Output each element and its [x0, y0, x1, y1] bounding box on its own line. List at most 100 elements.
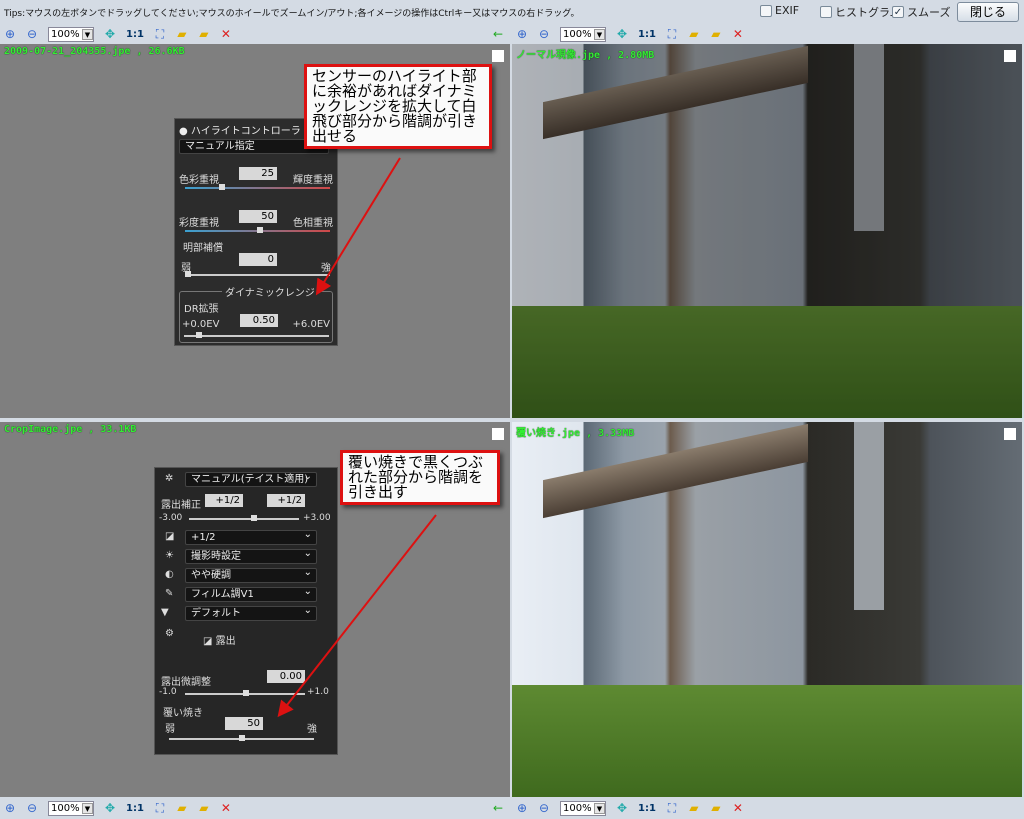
shadow-slider[interactable] [185, 271, 330, 277]
slider-knob[interactable] [185, 271, 191, 277]
tab-exposure[interactable]: ◪ 露出 [203, 632, 236, 647]
dr-value-field[interactable]: 0.50 [240, 314, 278, 327]
sat-slider[interactable] [185, 227, 330, 233]
chevron-down-icon[interactable]: ▼ [594, 28, 605, 40]
contrast-icon: ◐ [165, 569, 174, 580]
delete-icon[interactable]: ✕ [732, 28, 744, 40]
fit-icon[interactable]: ⛶ [154, 28, 166, 40]
checkbox-box[interactable] [820, 6, 832, 18]
comp-field-2[interactable]: +1/2 [267, 494, 305, 507]
center-icon[interactable]: ✥ [104, 802, 116, 814]
sat-value-field[interactable]: 50 [239, 210, 277, 223]
film-dropdown[interactable]: フィルム調V1 [185, 585, 317, 602]
contrast-dropdown[interactable]: やや硬調 [185, 566, 317, 583]
select-box[interactable] [1004, 428, 1016, 440]
pane-top-left[interactable]: 2009-07-21_204355.jpe , 26.6KB ● ハイライトコン… [0, 44, 510, 418]
color-value-field[interactable]: 25 [239, 167, 277, 180]
shadow-value-field[interactable]: 0 [239, 253, 277, 266]
dr-slider[interactable] [184, 332, 329, 338]
one-to-one-button[interactable]: 1:1 [126, 803, 144, 814]
zoom-value: 100% [563, 28, 592, 40]
fine-slider[interactable] [185, 690, 305, 696]
color-slider[interactable] [185, 184, 330, 190]
zoom-out-icon[interactable]: ⊖ [538, 28, 550, 40]
slider-knob[interactable] [196, 332, 202, 338]
zoom-select[interactable]: 100% ▼ [48, 26, 94, 42]
folder-up-icon[interactable]: ▰ [176, 28, 188, 40]
exif-checkbox[interactable]: EXIF [760, 4, 799, 17]
comp-max: +3.00 [303, 513, 331, 523]
folder-next-icon[interactable]: ▰ [710, 802, 722, 814]
pane-bottom-left[interactable]: CropImage.jpe , 33.1KB ✲ マニュアル(テイスト適用) 露… [0, 422, 510, 797]
slider-knob[interactable] [251, 515, 257, 521]
dodge-slider[interactable] [169, 735, 314, 741]
zoom-in-icon[interactable]: ⊕ [516, 28, 528, 40]
close-button[interactable]: 閉じる [957, 2, 1019, 22]
slider-knob[interactable] [239, 735, 245, 741]
one-to-one-button[interactable]: 1:1 [638, 803, 656, 814]
one-to-one-button[interactable]: 1:1 [126, 29, 144, 40]
zoom-out-icon[interactable]: ⊖ [26, 802, 38, 814]
zoom-in-icon[interactable]: ⊕ [4, 28, 16, 40]
center-icon[interactable]: ✥ [104, 28, 116, 40]
folder-up-icon[interactable]: ▰ [176, 802, 188, 814]
mode-dropdown[interactable]: マニュアル(テイスト適用) [185, 470, 317, 487]
histogram-label: ヒストグラム [835, 6, 901, 19]
folder-next-icon[interactable]: ▰ [710, 28, 722, 40]
fit-icon[interactable]: ⛶ [666, 28, 678, 40]
folder-up-icon[interactable]: ▰ [688, 802, 700, 814]
dr-min-label: +0.0EV [182, 319, 220, 330]
zoom-select[interactable]: 100% ▼ [560, 800, 606, 816]
folder-up-icon[interactable]: ▰ [688, 28, 700, 40]
fine-field[interactable]: 0.00 [267, 670, 305, 683]
smooth-label: スムーズ [907, 6, 951, 19]
delete-icon[interactable]: ✕ [220, 802, 232, 814]
zoom-select[interactable]: 100% ▼ [48, 800, 94, 816]
wb-dropdown[interactable]: 撮影時設定 [185, 547, 317, 564]
arrow-left-icon[interactable]: ← [492, 28, 504, 40]
comp-slider[interactable] [189, 515, 299, 521]
checkbox-box-checked[interactable]: ✓ [892, 6, 904, 18]
arrow-left-icon[interactable]: ← [492, 802, 504, 814]
one-to-one-button[interactable]: 1:1 [638, 29, 656, 40]
comp-select[interactable]: +1/2 [185, 528, 317, 545]
zoom-value: 100% [51, 28, 80, 40]
smooth-checkbox[interactable]: ✓ スムーズ [892, 4, 950, 20]
brush-icon: ✎ [165, 588, 174, 599]
folder-next-icon[interactable]: ▰ [198, 28, 210, 40]
dr-label: DR拡張 [184, 304, 219, 315]
select-box[interactable] [492, 50, 504, 62]
checkbox-box[interactable] [760, 4, 772, 17]
comp-field-1[interactable]: +1/2 [205, 494, 243, 507]
select-box[interactable] [1004, 50, 1016, 62]
slider-knob[interactable] [243, 690, 249, 696]
center-icon[interactable]: ✥ [616, 802, 628, 814]
zoom-in-icon[interactable]: ⊕ [516, 802, 528, 814]
slider-knob[interactable] [219, 184, 225, 190]
default-dropdown[interactable]: デフォルト [185, 604, 317, 621]
chevron-down-icon[interactable]: ▼ [82, 802, 93, 814]
chevron-down-icon[interactable]: ▼ [594, 802, 605, 814]
select-box[interactable] [492, 428, 504, 440]
exif-label: EXIF [775, 4, 800, 17]
folder-next-icon[interactable]: ▰ [198, 802, 210, 814]
center-icon[interactable]: ✥ [616, 28, 628, 40]
exposure-panel: ✲ マニュアル(テイスト適用) 露出補正 +1/2 +1/2 -3.00 +3.… [154, 467, 338, 755]
zoom-out-icon[interactable]: ⊖ [538, 802, 550, 814]
fit-icon[interactable]: ⛶ [154, 802, 166, 814]
delete-icon[interactable]: ✕ [732, 802, 744, 814]
pane-bottom-right[interactable]: 覆い焼き.jpe , 3.33MB [512, 422, 1022, 797]
zoom-out-icon[interactable]: ⊖ [26, 28, 38, 40]
histogram-checkbox[interactable]: ヒストグラム [820, 4, 901, 20]
slider-knob[interactable] [257, 227, 263, 233]
dodge-field[interactable]: 50 [225, 717, 263, 730]
zoom-select[interactable]: 100% ▼ [560, 26, 606, 42]
panel-title: ● ハイライトコントローラ [179, 122, 301, 137]
chevron-down-icon[interactable]: ▼ [82, 28, 93, 40]
fit-icon[interactable]: ⛶ [666, 802, 678, 814]
delete-icon[interactable]: ✕ [220, 28, 232, 40]
fine-label: 露出微調整 [161, 677, 211, 688]
zoom-in-icon[interactable]: ⊕ [4, 802, 16, 814]
pane-top-right[interactable]: ノーマル現像.jpe , 2.80MB [512, 44, 1022, 418]
filename-label: ノーマル現像.jpe , 2.80MB [516, 50, 655, 61]
